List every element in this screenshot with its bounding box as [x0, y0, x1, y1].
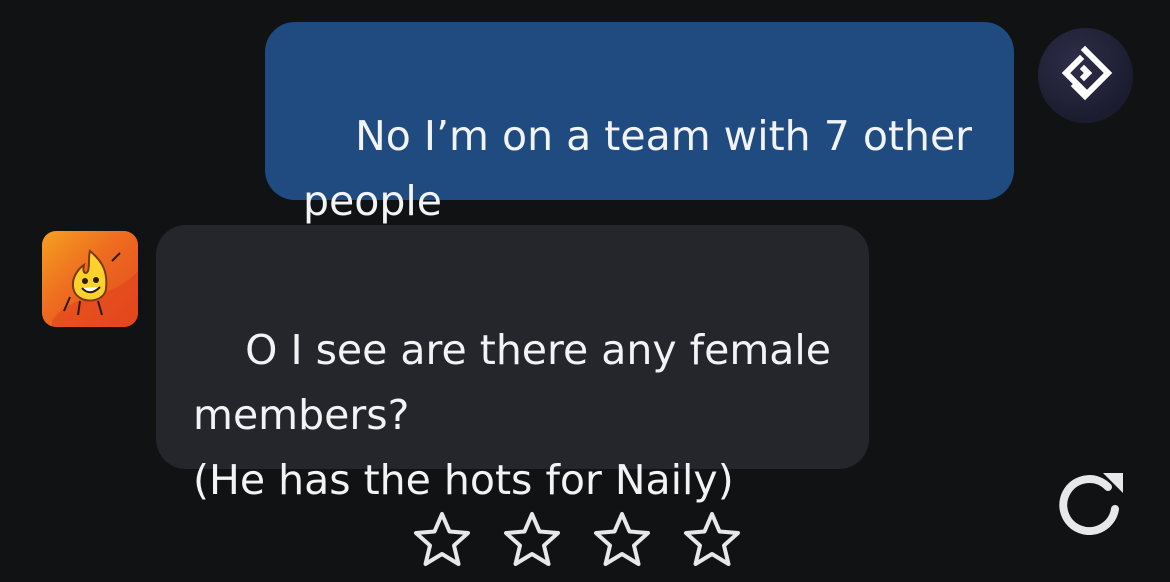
star-outline-icon[interactable] — [590, 508, 654, 572]
star-outline-icon[interactable] — [500, 508, 564, 572]
bot-avatar[interactable] — [42, 231, 138, 327]
regenerate-button[interactable] — [1057, 469, 1127, 536]
refresh-icon — [1059, 473, 1123, 536]
star-outline-icon[interactable] — [410, 508, 474, 572]
bot-message-text: O I see are there any female members? (H… — [193, 326, 831, 504]
bot-message-bubble: O I see are there any female members? (H… — [156, 225, 869, 504]
star-rating — [410, 508, 744, 572]
user-message-text: No I’m on a team with 7 other people — [303, 112, 973, 225]
star-outline-icon[interactable] — [680, 508, 744, 572]
user-avatar[interactable] — [1038, 28, 1133, 123]
diamond-logo-icon — [1061, 45, 1113, 101]
chat-screen: No I’m on a team with 7 other people O I… — [0, 0, 1170, 582]
firey-character-avatar — [52, 249, 138, 327]
user-message-bubble: No I’m on a team with 7 other people — [265, 22, 1014, 225]
